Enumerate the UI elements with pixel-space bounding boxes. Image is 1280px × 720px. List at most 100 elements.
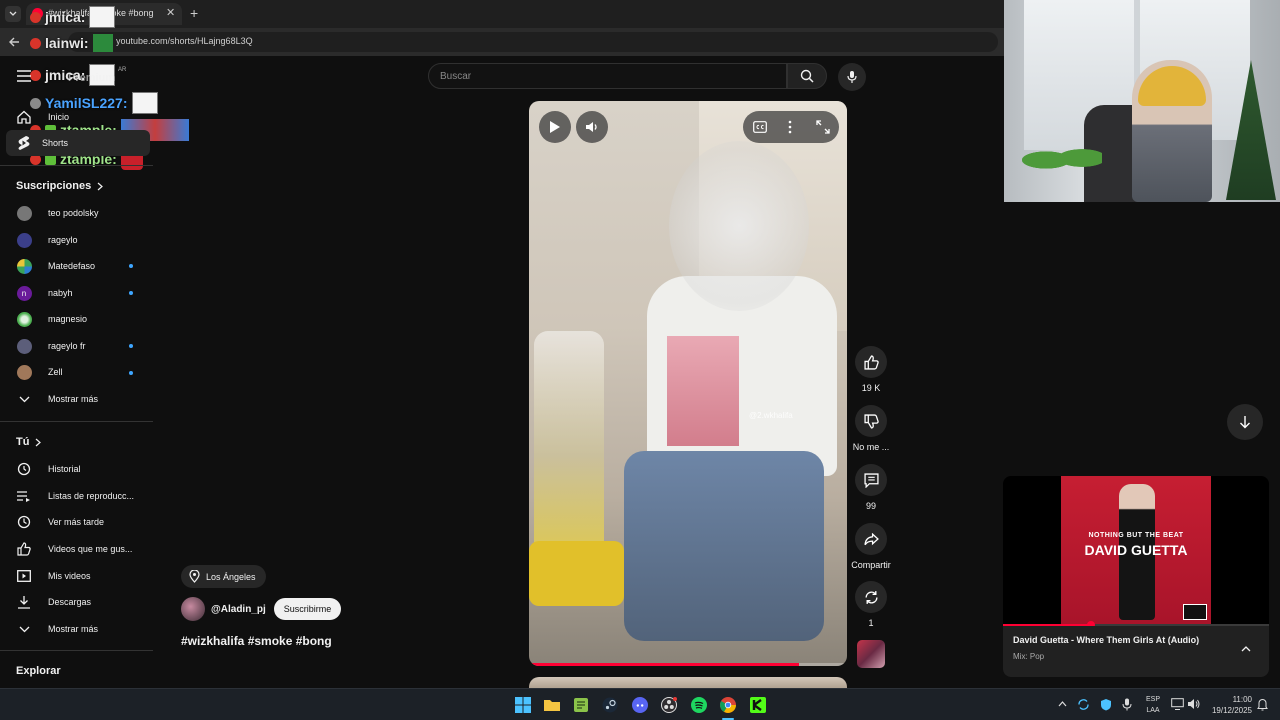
sidebar-item-shorts[interactable]: Shorts xyxy=(6,130,150,156)
sidebar-item-label: Zell xyxy=(48,367,63,377)
sidebar-item-downloads[interactable]: Descargas xyxy=(0,589,150,615)
notification-bell-icon[interactable] xyxy=(1257,698,1268,711)
hamburger-menu-icon[interactable] xyxy=(17,70,31,82)
channel-name[interactable]: @Aladin_pj xyxy=(211,604,266,615)
windows-start-icon[interactable] xyxy=(515,697,531,713)
chrome-icon[interactable] xyxy=(720,697,736,713)
chevron-up-icon[interactable] xyxy=(1241,646,1251,652)
sidebar-item-show-more-you[interactable]: Mostrar más xyxy=(0,616,150,642)
short-video-player[interactable]: @2.wkhalifa xyxy=(529,101,847,666)
album-artist: DAVID GUETTA xyxy=(1084,542,1188,558)
kick-icon[interactable] xyxy=(750,697,766,713)
channel-avatar xyxy=(16,311,32,327)
dislike-button[interactable] xyxy=(855,405,887,437)
chevron-right-icon xyxy=(36,438,42,446)
subscribe-button[interactable]: Suscribirme xyxy=(273,598,342,620)
like-count: 19 K xyxy=(861,383,881,393)
next-short-button[interactable] xyxy=(1227,404,1263,440)
chevron-down-icon xyxy=(19,396,29,402)
steam-icon[interactable] xyxy=(602,697,618,713)
sidebar-divider xyxy=(0,421,153,422)
sidebar-item-show-more-subs[interactable]: Mostrar más xyxy=(0,386,150,412)
music-title[interactable]: David Guetta - Where Them Girls At (Audi… xyxy=(1013,635,1199,645)
sidebar-item-subscription[interactable]: Zell xyxy=(0,359,150,385)
sidebar-item-label: Shorts xyxy=(42,138,69,148)
share-button[interactable] xyxy=(855,523,887,555)
language-indicator[interactable]: ESP LAA xyxy=(1140,694,1166,716)
sidebar-item-subscription[interactable]: rageylo fr xyxy=(0,333,150,359)
sidebar-item-watch-later[interactable]: Ver más tarde xyxy=(0,509,150,535)
sidebar-item-subscription[interactable]: magnesio xyxy=(0,306,150,332)
security-shield-icon[interactable] xyxy=(1100,698,1112,711)
channel-avatar[interactable] xyxy=(181,597,205,621)
search-icon xyxy=(800,69,814,83)
sidebar-item-subscription[interactable]: n nabyh xyxy=(0,280,150,306)
volume-button[interactable] xyxy=(576,111,608,143)
comments-button[interactable] xyxy=(855,464,887,496)
notepad-plus-plus-icon[interactable] xyxy=(573,697,589,713)
microphone-tray-icon[interactable] xyxy=(1122,698,1132,711)
webcam-overlay xyxy=(1004,0,1280,202)
sidebar-item-subscription[interactable]: rageylo xyxy=(0,227,150,253)
remix-button[interactable] xyxy=(855,581,887,613)
comment-icon xyxy=(863,472,879,488)
keyboard-layout: LAA xyxy=(1146,707,1160,714)
video-scene-smoke xyxy=(669,141,809,311)
captions-icon[interactable] xyxy=(753,121,767,133)
thumbs-up-icon xyxy=(863,354,879,370)
sidebar-item-subscription[interactable]: Matedefaso xyxy=(0,253,150,279)
sidebar-item-subscription[interactable]: teo podolsky xyxy=(0,200,150,226)
video-scene-shirt-print xyxy=(667,336,739,446)
sidebar-item-label: Mostrar más xyxy=(48,394,99,404)
discord-icon[interactable] xyxy=(632,697,648,713)
sidebar-item-liked-videos[interactable]: Videos que me gus... xyxy=(0,536,150,562)
voice-search-button[interactable] xyxy=(838,63,866,91)
sidebar-item-inicio[interactable]: Inicio xyxy=(0,104,150,130)
album-art: NOTHING BUT THE BEAT DAVID GUETTA xyxy=(1061,476,1211,626)
network-icon[interactable] xyxy=(1171,698,1184,710)
downloads-icon xyxy=(18,596,30,609)
chat-badge-icon xyxy=(30,11,41,23)
channel-avatar: n xyxy=(16,285,32,301)
location-chip[interactable]: Los Ángeles xyxy=(181,565,266,588)
subscriptions-header[interactable]: Suscripciones xyxy=(16,180,104,192)
chevron-up-icon[interactable] xyxy=(1058,701,1067,707)
speaker-icon[interactable] xyxy=(1187,698,1200,710)
chat-username: lainwi: xyxy=(45,35,89,51)
youtube-logo-text[interactable]: Premium xyxy=(68,72,115,84)
sidebar-item-historial[interactable]: Historial xyxy=(0,456,150,482)
sidebar-item-label: Historial xyxy=(48,464,81,474)
music-mini-player[interactable]: NOTHING BUT THE BEAT DAVID GUETTA David … xyxy=(1003,476,1269,677)
tab-list-button[interactable] xyxy=(5,6,21,22)
sidebar-item-label: Ver más tarde xyxy=(48,517,105,527)
sync-icon[interactable] xyxy=(1077,698,1090,711)
video-progress-bar[interactable] xyxy=(529,663,847,666)
like-button[interactable] xyxy=(855,346,887,378)
shorts-icon xyxy=(18,136,30,150)
you-header[interactable]: Tú xyxy=(16,436,42,448)
more-options-icon[interactable] xyxy=(788,120,792,134)
channel-avatar xyxy=(16,232,32,248)
fullscreen-icon[interactable] xyxy=(816,120,830,134)
sidebar-item-playlists[interactable]: Listas de reproducc... xyxy=(0,483,150,509)
sidebar-item-my-videos[interactable]: Mis videos xyxy=(0,563,150,589)
next-short-preview[interactable] xyxy=(529,677,847,688)
search-button[interactable] xyxy=(787,63,827,89)
video-scene-bong-base xyxy=(529,541,624,606)
video-scene-jeans xyxy=(624,451,824,641)
back-arrow-icon[interactable] xyxy=(8,36,20,48)
spotify-icon[interactable] xyxy=(691,697,707,713)
play-button[interactable] xyxy=(539,111,571,143)
sound-thumbnail[interactable] xyxy=(857,640,885,668)
chat-badge-icon xyxy=(30,37,41,49)
play-icon xyxy=(550,121,560,133)
clock[interactable]: 11:00 19/12/2025 xyxy=(1206,694,1252,716)
sidebar-item-label: teo podolsky xyxy=(48,208,99,218)
chevron-right-icon xyxy=(97,182,104,190)
location-label: Los Ángeles xyxy=(206,571,256,582)
search-input[interactable]: Buscar xyxy=(428,63,787,89)
chat-badge-icon xyxy=(30,69,41,81)
obs-icon[interactable] xyxy=(661,697,677,713)
file-explorer-icon[interactable] xyxy=(544,697,560,713)
chat-message: jmica: xyxy=(30,6,116,28)
